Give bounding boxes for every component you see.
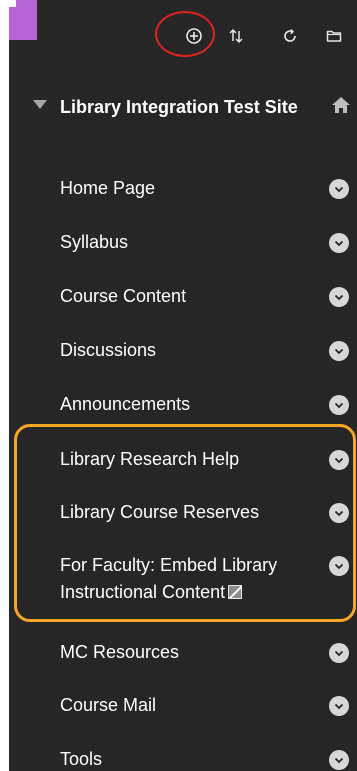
- menu-item-announcements[interactable]: Announcements: [9, 391, 357, 421]
- menu-item-label: Tools: [60, 749, 103, 769]
- menu-item-label: Home Page: [60, 178, 156, 198]
- chevron-down-icon[interactable]: [329, 696, 349, 716]
- menu-item-embed-library-content[interactable]: For Faculty: Embed Library Instructional…: [9, 552, 357, 610]
- menu-item-library-course-reserves[interactable]: Library Course Reserves: [9, 499, 357, 529]
- folder-view-button[interactable]: [319, 20, 349, 52]
- menu-item-label: Course Content: [60, 286, 187, 306]
- chevron-down-icon[interactable]: [329, 287, 349, 307]
- chevron-down-icon[interactable]: [329, 233, 349, 253]
- chevron-down-icon[interactable]: [329, 643, 349, 663]
- course-title-row[interactable]: Library Integration Test Site: [9, 90, 357, 150]
- chevron-down-icon[interactable]: [329, 341, 349, 361]
- menu-item-label: Discussions: [60, 340, 157, 360]
- menu-item-label: For Faculty: Embed Library Instructional…: [60, 555, 278, 602]
- refresh-icon: [281, 27, 299, 45]
- corner-mark: [9, 0, 16, 7]
- collapse-caret-icon[interactable]: [33, 100, 47, 109]
- folder-icon: [325, 27, 343, 45]
- chevron-down-icon[interactable]: [329, 395, 349, 415]
- menu-item-label: Library Research Help: [60, 449, 240, 469]
- menu-item-discussions[interactable]: Discussions: [9, 337, 357, 367]
- chevron-down-icon[interactable]: [329, 750, 349, 770]
- menu-item-label: Announcements: [60, 394, 191, 414]
- chevron-down-icon[interactable]: [329, 556, 349, 576]
- hidden-from-students-icon: [228, 585, 243, 599]
- menu-item-library-research-help[interactable]: Library Research Help: [9, 446, 357, 476]
- menu-item-label-wrapper: For Faculty: Embed Library Instructional…: [60, 552, 335, 606]
- menu-item-mc-resources[interactable]: MC Resources: [9, 639, 357, 669]
- chevron-down-icon[interactable]: [329, 503, 349, 523]
- menu-item-label: Syllabus: [60, 232, 129, 252]
- menu-item-course-mail[interactable]: Course Mail: [9, 692, 357, 722]
- course-menu-panel: Library Integration Test Site Home Page …: [9, 0, 357, 771]
- chevron-down-icon[interactable]: [329, 450, 349, 470]
- menu-item-label: Library Course Reserves: [60, 502, 260, 522]
- sort-arrows-icon: [227, 27, 245, 45]
- menu-item-label: Course Mail: [60, 695, 157, 715]
- menu-item-label: MC Resources: [60, 642, 180, 662]
- menu-item-home-page[interactable]: Home Page: [9, 175, 357, 205]
- refresh-button[interactable]: [275, 20, 305, 52]
- menu-item-syllabus[interactable]: Syllabus: [9, 229, 357, 259]
- home-icon[interactable]: [331, 96, 351, 119]
- reorder-button[interactable]: [221, 20, 251, 52]
- chevron-down-icon[interactable]: [329, 179, 349, 199]
- menu-item-course-content[interactable]: Course Content: [9, 283, 357, 313]
- add-button-highlight: [155, 11, 215, 57]
- menu-item-tools[interactable]: Tools: [9, 746, 357, 771]
- course-title[interactable]: Library Integration Test Site: [60, 94, 320, 121]
